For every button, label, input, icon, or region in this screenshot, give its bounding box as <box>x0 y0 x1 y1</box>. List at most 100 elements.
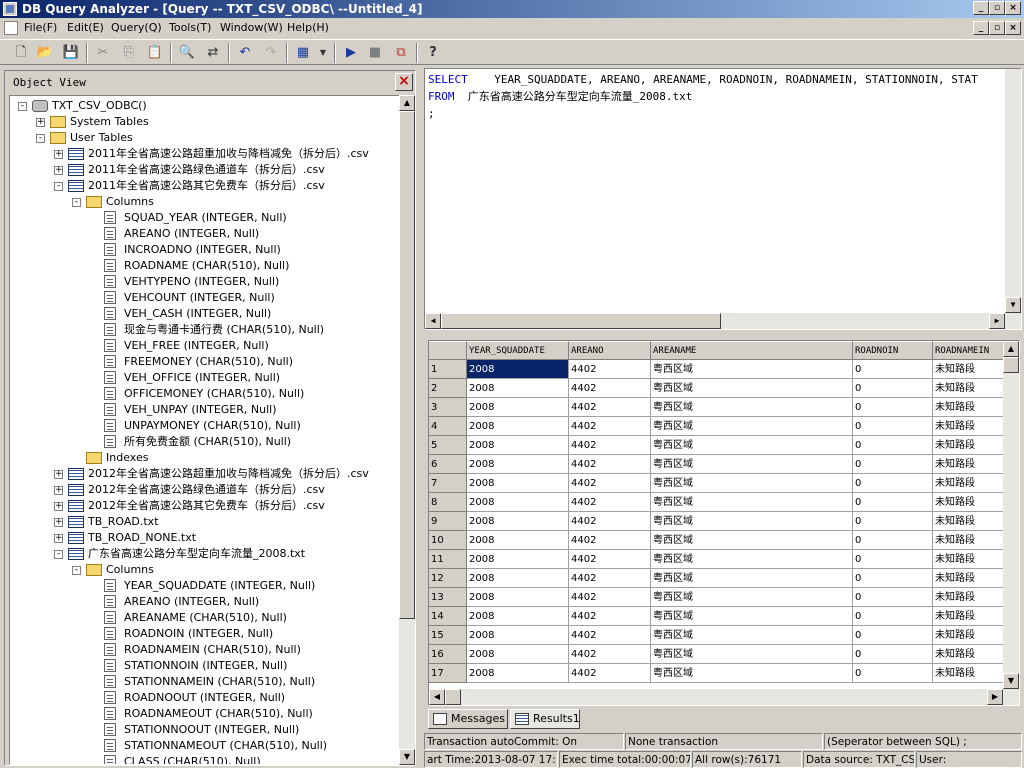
tree-node[interactable]: +2012年全省高速公路其它免费车（拆分后）.csv <box>10 498 398 514</box>
collapse-icon[interactable]: - <box>54 550 63 559</box>
grid-cell[interactable]: 0 <box>853 493 933 512</box>
collapse-icon[interactable]: - <box>18 102 27 111</box>
execute-icon[interactable]: ▶ <box>342 44 360 62</box>
grid-cell[interactable]: 未知路段 <box>933 360 1013 379</box>
grid-cell[interactable]: 2008 <box>467 550 569 569</box>
grid-cell[interactable]: 2008 <box>467 417 569 436</box>
tree-node[interactable]: +2011年全省高速公路绿色通道车（拆分后）.csv <box>10 162 398 178</box>
grid-cell[interactable]: 4402 <box>569 626 651 645</box>
row-number[interactable]: 4 <box>429 417 467 436</box>
grid-cell[interactable]: 未知路段 <box>933 436 1013 455</box>
expand-icon[interactable]: + <box>54 486 63 495</box>
menu-file[interactable]: File(F) <box>24 18 57 38</box>
tree-node[interactable]: OFFICEMONEY (CHAR(510), Null) <box>10 386 398 402</box>
grid-cell[interactable]: 粤西区域 <box>651 493 853 512</box>
tree-node[interactable]: - 2011年全省高速公路其它免费车（拆分后）.csv <box>10 178 398 194</box>
grid-cell[interactable]: 2008 <box>467 645 569 664</box>
save-icon[interactable]: 💾 <box>62 44 80 62</box>
scroll-right-button[interactable]: ▶ <box>987 689 1003 705</box>
cut-icon[interactable]: ✂ <box>94 44 112 62</box>
close-icon[interactable]: × <box>395 73 413 91</box>
column-header[interactable]: YEAR_SQUADDATE <box>467 341 569 360</box>
grid-cell[interactable]: 粤西区域 <box>651 360 853 379</box>
grid-cell[interactable]: 未知路段 <box>933 550 1013 569</box>
grid-cell[interactable]: 4402 <box>569 474 651 493</box>
scroll-thumb[interactable] <box>445 689 461 705</box>
tree-node[interactable]: SQUAD_YEAR (INTEGER, Null) <box>10 210 398 226</box>
tree-node[interactable]: 所有免费金额 (CHAR(510), Null) <box>10 434 398 450</box>
grid-cell[interactable]: 4402 <box>569 550 651 569</box>
grid-cell[interactable]: 0 <box>853 360 933 379</box>
column-header[interactable]: ROADNAMEIN <box>933 341 1013 360</box>
row-number[interactable]: 3 <box>429 398 467 417</box>
tree-node[interactable]: +2012年全省高速公路超重加收与降档减免（拆分后）.csv <box>10 466 398 482</box>
grid-cell[interactable]: 0 <box>853 588 933 607</box>
grid-cell[interactable]: 2008 <box>467 664 569 683</box>
grid-cell[interactable]: 0 <box>853 607 933 626</box>
tree-node[interactable]: ROADNAMEOUT (CHAR(510), Null) <box>10 706 398 722</box>
collapse-icon[interactable]: - <box>54 182 63 191</box>
close-button[interactable]: × <box>1005 1 1021 15</box>
grid-cell[interactable]: 未知路段 <box>933 664 1013 683</box>
tree-node[interactable]: VEHTYPENO (INTEGER, Null) <box>10 274 398 290</box>
object-tree[interactable]: - TXT_CSV_ODBC() + System Tables - User Table… <box>9 95 401 765</box>
grid-cell[interactable]: 4402 <box>569 455 651 474</box>
tree-node[interactable]: VEH_UNPAY (INTEGER, Null) <box>10 402 398 418</box>
row-number[interactable]: 16 <box>429 645 467 664</box>
tree-node[interactable]: - TXT_CSV_ODBC() <box>10 98 398 114</box>
tree-node[interactable]: Indexes <box>10 450 398 466</box>
tree-node[interactable]: AREANO (INTEGER, Null) <box>10 226 398 242</box>
row-number[interactable]: 8 <box>429 493 467 512</box>
collapse-icon[interactable]: - <box>72 566 81 575</box>
grid-cell[interactable]: 2008 <box>467 474 569 493</box>
expand-icon[interactable]: + <box>54 518 63 527</box>
grid-cell[interactable]: 0 <box>853 550 933 569</box>
redo-icon[interactable]: ↷ <box>262 44 280 62</box>
mdi-minimize-button[interactable]: _ <box>973 21 989 35</box>
grid-cell[interactable]: 4402 <box>569 569 651 588</box>
grid-cell[interactable]: 粤西区域 <box>651 626 853 645</box>
help-icon[interactable]: ? <box>424 44 442 62</box>
tree-node[interactable]: +2011年全省高速公路超重加收与降档减免（拆分后）.csv <box>10 146 398 162</box>
grid-cell[interactable]: 0 <box>853 398 933 417</box>
row-number[interactable]: 7 <box>429 474 467 493</box>
dropdown-arrow-icon[interactable]: ▼ <box>314 44 332 62</box>
row-number[interactable]: 14 <box>429 607 467 626</box>
grid-cell[interactable]: 2008 <box>467 493 569 512</box>
grid-cell[interactable]: 0 <box>853 664 933 683</box>
tree-node[interactable]: ROADNAME (CHAR(510), Null) <box>10 258 398 274</box>
scroll-down-button[interactable]: ▼ <box>1005 297 1021 313</box>
document-icon[interactable] <box>4 21 18 35</box>
tree-node[interactable]: INCROADNO (INTEGER, Null) <box>10 242 398 258</box>
tree-node[interactable]: STATIONNAMEOUT (CHAR(510), Null) <box>10 738 398 754</box>
grid-cell[interactable]: 4402 <box>569 379 651 398</box>
grid-cell[interactable]: 未知路段 <box>933 512 1013 531</box>
expand-icon[interactable]: + <box>54 150 63 159</box>
row-number[interactable]: 13 <box>429 588 467 607</box>
tree-node[interactable]: ROADNOIN (INTEGER, Null) <box>10 626 398 642</box>
grid-cell[interactable]: 未知路段 <box>933 531 1013 550</box>
scroll-down-button[interactable]: ▼ <box>1003 673 1019 689</box>
grid-cell[interactable]: 未知路段 <box>933 398 1013 417</box>
grid-cell[interactable]: 2008 <box>467 588 569 607</box>
menu-tools[interactable]: Tools(T) <box>169 18 211 38</box>
scroll-down-button[interactable]: ▼ <box>399 749 415 765</box>
maximize-button[interactable]: ▫ <box>989 1 1005 15</box>
grid-cell[interactable]: 2008 <box>467 607 569 626</box>
grid-cell[interactable]: 未知路段 <box>933 474 1013 493</box>
tree-node[interactable]: AREANO (INTEGER, Null) <box>10 594 398 610</box>
menu-query[interactable]: Query(Q) <box>111 18 162 38</box>
tree-node[interactable]: AREANAME (CHAR(510), Null) <box>10 610 398 626</box>
stop-icon[interactable]: ■ <box>366 44 384 62</box>
collapse-icon[interactable]: - <box>36 134 45 143</box>
grid-cell[interactable]: 2008 <box>467 531 569 550</box>
scroll-thumb[interactable] <box>1003 357 1019 373</box>
tree-node[interactable]: STATIONNOIN (INTEGER, Null) <box>10 658 398 674</box>
grid-cell[interactable]: 4402 <box>569 398 651 417</box>
menu-help[interactable]: Help(H) <box>287 18 329 38</box>
grid-cell[interactable]: 0 <box>853 569 933 588</box>
scroll-right-button[interactable]: ▶ <box>989 313 1005 329</box>
grid-cell[interactable]: 4402 <box>569 493 651 512</box>
column-header[interactable]: AREANO <box>569 341 651 360</box>
row-number[interactable]: 2 <box>429 379 467 398</box>
